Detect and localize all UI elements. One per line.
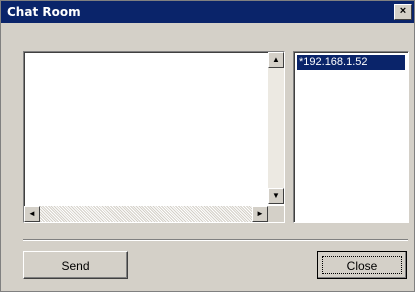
scroll-right-icon[interactable]: ► bbox=[252, 206, 268, 222]
close-button[interactable]: Close bbox=[317, 251, 407, 279]
window-title: Chat Room bbox=[7, 5, 81, 19]
horizontal-scrollbar[interactable]: ◄ ► bbox=[24, 206, 268, 222]
window-close-icon[interactable]: × bbox=[394, 4, 412, 20]
user-list[interactable]: *192.168.1.52 bbox=[293, 51, 409, 223]
divider bbox=[23, 239, 408, 241]
scroll-up-icon[interactable]: ▲ bbox=[268, 52, 284, 68]
scrollbar-corner bbox=[268, 206, 284, 222]
chat-messages-area[interactable]: ▲ ▼ ◄ ► bbox=[23, 51, 285, 223]
scroll-down-icon[interactable]: ▼ bbox=[268, 188, 284, 204]
vertical-scrollbar[interactable]: ▲ ▼ bbox=[268, 52, 284, 204]
send-button[interactable]: Send bbox=[23, 251, 128, 279]
title-bar[interactable]: Chat Room × bbox=[1, 1, 414, 23]
scroll-left-icon[interactable]: ◄ bbox=[24, 206, 40, 222]
focus-outline bbox=[322, 256, 402, 274]
chat-room-window: Chat Room × ▲ ▼ ◄ ► *192.168.1.52 Send C… bbox=[0, 0, 415, 292]
user-list-item[interactable]: *192.168.1.52 bbox=[297, 55, 405, 70]
